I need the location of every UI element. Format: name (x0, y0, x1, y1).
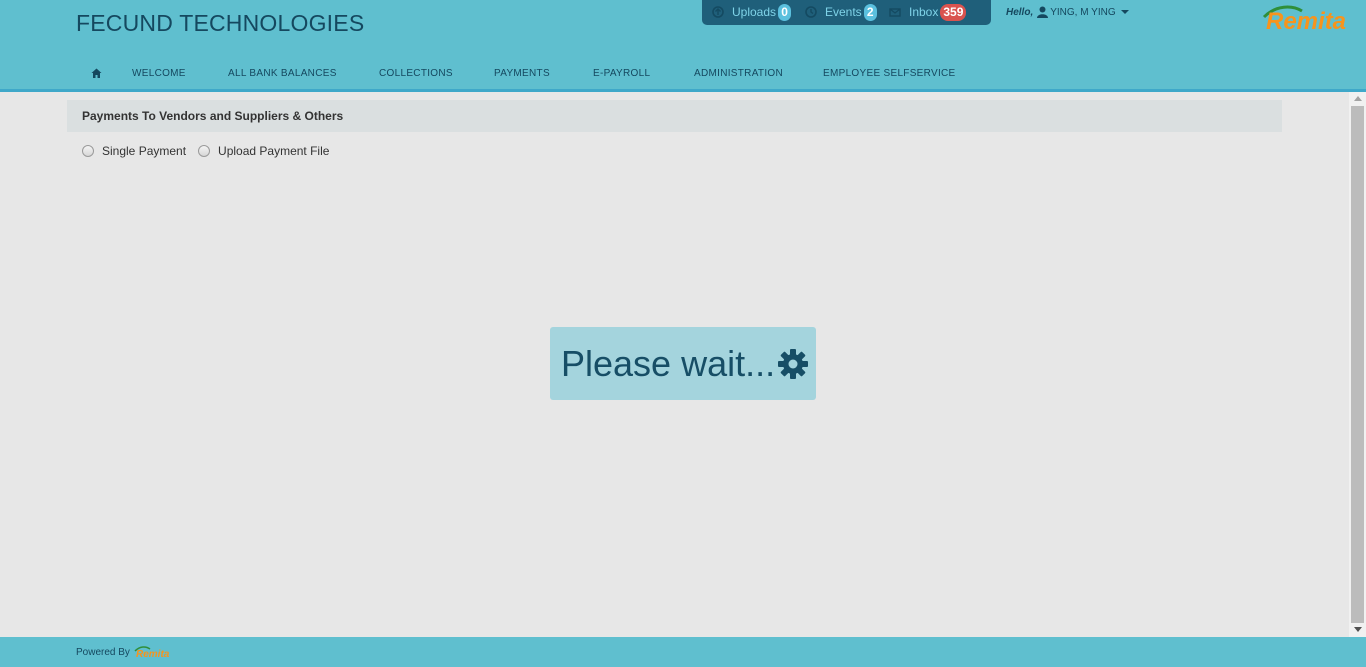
upload-payment-file-label[interactable]: Upload Payment File (218, 144, 329, 158)
remita-logo: Remita (1262, 5, 1346, 35)
home-icon[interactable] (91, 68, 102, 79)
notification-bar: Uploads 0 Events 2 Inbox 359 (702, 0, 991, 25)
inbox-count-badge: 359 (940, 3, 967, 21)
single-payment-label[interactable]: Single Payment (102, 144, 186, 158)
single-payment-radio[interactable] (82, 145, 94, 157)
logo-text: Remita (1266, 8, 1346, 35)
footer-remita-logo: Remita (134, 646, 170, 658)
top-header: FECUND TECHNOLOGIES Uploads 0 Events 2 I… (0, 0, 1366, 92)
footer-logo-text: Remita (136, 649, 170, 658)
uploads-label: Uploads (732, 5, 777, 19)
inbox-link[interactable]: Inbox 359 (889, 3, 967, 21)
events-count-badge: 2 (863, 3, 877, 21)
nav-item-all-bank-balances[interactable]: ALL BANK BALANCES (228, 63, 337, 85)
page-footer: Powered By Remita (0, 637, 1366, 667)
nav-item-employee-selfservice[interactable]: EMPLOYEE SELFSERVICE (823, 63, 956, 85)
panel-header: Payments To Vendors and Suppliers & Othe… (67, 100, 1282, 132)
greeting-text: Hello, (1006, 6, 1034, 18)
events-label: Events (825, 5, 862, 19)
scroll-down-icon[interactable] (1354, 627, 1362, 632)
nav-item-collections[interactable]: COLLECTIONS (379, 63, 453, 85)
upload-payment-file-radio[interactable] (198, 145, 211, 157)
caret-down-icon (1120, 10, 1129, 14)
scrollbar-thumb[interactable] (1351, 106, 1364, 623)
loading-overlay: Please wait... (550, 327, 816, 400)
user-name: YING, M YING (1050, 6, 1116, 18)
vertical-scrollbar[interactable] (1349, 92, 1366, 637)
company-name: FECUND TECHNOLOGIES (76, 10, 365, 36)
user-menu[interactable]: Hello, YING, M YING (1006, 6, 1129, 18)
uploads-link[interactable]: Uploads 0 (712, 3, 792, 21)
nav-item-welcome[interactable]: WELCOME (132, 63, 186, 85)
events-link[interactable]: Events 2 (805, 3, 877, 21)
payment-type-options: Single Payment Upload Payment File (82, 143, 341, 159)
loading-text: Please wait... (561, 342, 776, 384)
gear-icon (778, 348, 809, 379)
powered-by-label: Powered By (76, 646, 130, 658)
nav-item-administration[interactable]: ADMINISTRATION (694, 63, 783, 85)
envelope-icon (889, 8, 901, 17)
panel-title: Payments To Vendors and Suppliers & Othe… (82, 109, 344, 123)
nav-item-e-payroll[interactable]: E-PAYROLL (593, 63, 650, 85)
clock-icon (805, 6, 817, 18)
nav-item-payments[interactable]: PAYMENTS (494, 63, 550, 85)
inbox-label: Inbox (909, 5, 939, 19)
powered-by: Powered By Remita (76, 646, 174, 658)
upload-icon (712, 6, 724, 18)
uploads-count-badge: 0 (778, 3, 792, 21)
user-icon (1037, 6, 1049, 18)
scroll-up-icon[interactable] (1354, 96, 1362, 101)
